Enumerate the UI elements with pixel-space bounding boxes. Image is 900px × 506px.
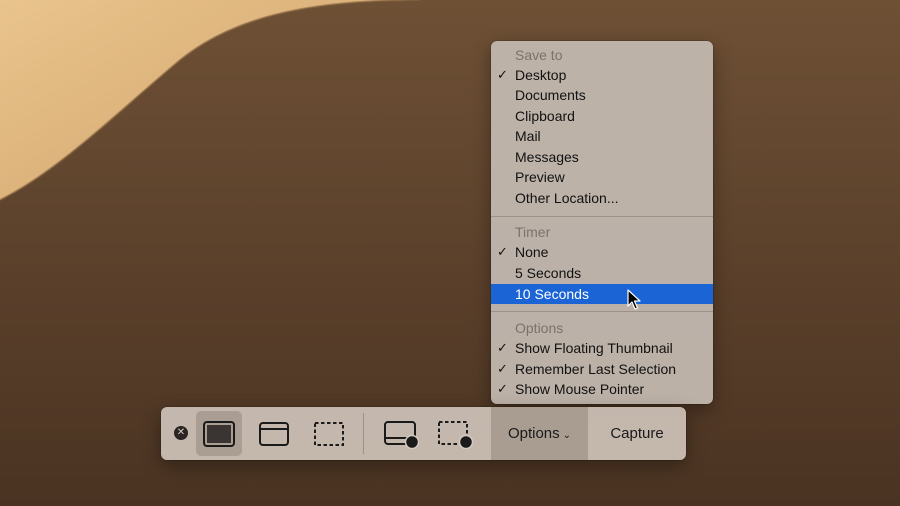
menu-item-show-floating-thumbnail[interactable]: ✓ Show Floating Thumbnail xyxy=(491,338,713,358)
checkmark-icon: ✓ xyxy=(497,381,508,396)
menu-item-label: Messages xyxy=(515,149,579,165)
close-icon[interactable]: ✕ xyxy=(174,426,188,440)
menu-item-documents[interactable]: Documents xyxy=(491,85,713,105)
screenshot-toolbar: ✕ Options ⌄ Capture xyxy=(161,407,686,460)
menu-header-options: Options xyxy=(515,320,564,336)
menu-item-timer-5-seconds[interactable]: 5 Seconds xyxy=(491,263,713,283)
menu-item-label: 10 Seconds xyxy=(515,286,589,302)
capture-button[interactable]: Capture xyxy=(588,407,686,460)
menu-item-label: Documents xyxy=(515,87,586,103)
capture-selection-button[interactable] xyxy=(306,411,352,456)
menu-item-remember-last-selection[interactable]: ✓ Remember Last Selection xyxy=(491,359,713,379)
record-entire-screen-icon xyxy=(384,420,420,449)
menu-item-label: Remember Last Selection xyxy=(515,361,677,377)
capture-window-icon xyxy=(259,421,289,446)
capture-button-label: Capture xyxy=(610,425,664,442)
menu-header-save-to: Save to xyxy=(515,47,563,63)
menu-header-timer: Timer xyxy=(515,224,551,240)
menu-item-mail[interactable]: Mail xyxy=(491,126,713,146)
menu-item-other-location[interactable]: Other Location... xyxy=(491,188,713,208)
capture-entire-screen-icon xyxy=(203,420,235,447)
checkmark-icon: ✓ xyxy=(497,244,508,259)
chevron-down-icon: ⌄ xyxy=(562,429,572,441)
capture-entire-screen-button[interactable] xyxy=(196,411,242,456)
capture-window-button[interactable] xyxy=(251,411,297,456)
checkmark-icon: ✓ xyxy=(497,67,508,82)
toolbar-divider xyxy=(363,413,364,454)
menu-item-label: Mail xyxy=(515,128,541,144)
menu-separator xyxy=(491,311,713,312)
checkmark-icon: ✓ xyxy=(497,340,508,355)
menu-item-timer-none[interactable]: ✓ None xyxy=(491,242,713,262)
menu-item-clipboard[interactable]: Clipboard xyxy=(491,106,713,126)
options-button-label: Options xyxy=(507,425,560,442)
menu-item-show-mouse-pointer[interactable]: ✓ Show Mouse Pointer xyxy=(491,379,713,399)
menu-item-label: Other Location... xyxy=(515,190,619,206)
menu-item-timer-10-seconds[interactable]: 10 Seconds xyxy=(491,284,713,304)
menu-item-label: Show Mouse Pointer xyxy=(515,381,645,397)
menu-item-label: Clipboard xyxy=(515,108,575,124)
record-entire-screen-button[interactable] xyxy=(379,411,425,456)
record-selection-button[interactable] xyxy=(433,411,479,456)
menu-item-label: 5 Seconds xyxy=(515,265,582,281)
menu-item-desktop[interactable]: ✓ Desktop xyxy=(491,65,713,85)
menu-item-preview[interactable]: Preview xyxy=(491,167,713,187)
mouse-pointer-icon xyxy=(627,289,641,310)
menu-item-label: Desktop xyxy=(515,67,567,83)
menu-separator xyxy=(491,216,713,217)
menu-item-label: None xyxy=(515,244,549,260)
menu-item-label: Preview xyxy=(515,169,565,185)
checkmark-icon: ✓ xyxy=(497,361,508,376)
menu-item-messages[interactable]: Messages xyxy=(491,147,713,167)
options-menu: Save to ✓ Desktop Documents Clipboard Ma… xyxy=(491,41,713,404)
options-button[interactable]: Options ⌄ xyxy=(491,407,588,460)
capture-selection-icon xyxy=(314,421,344,446)
menu-item-label: Show Floating Thumbnail xyxy=(515,340,673,356)
record-selection-icon xyxy=(438,420,474,449)
